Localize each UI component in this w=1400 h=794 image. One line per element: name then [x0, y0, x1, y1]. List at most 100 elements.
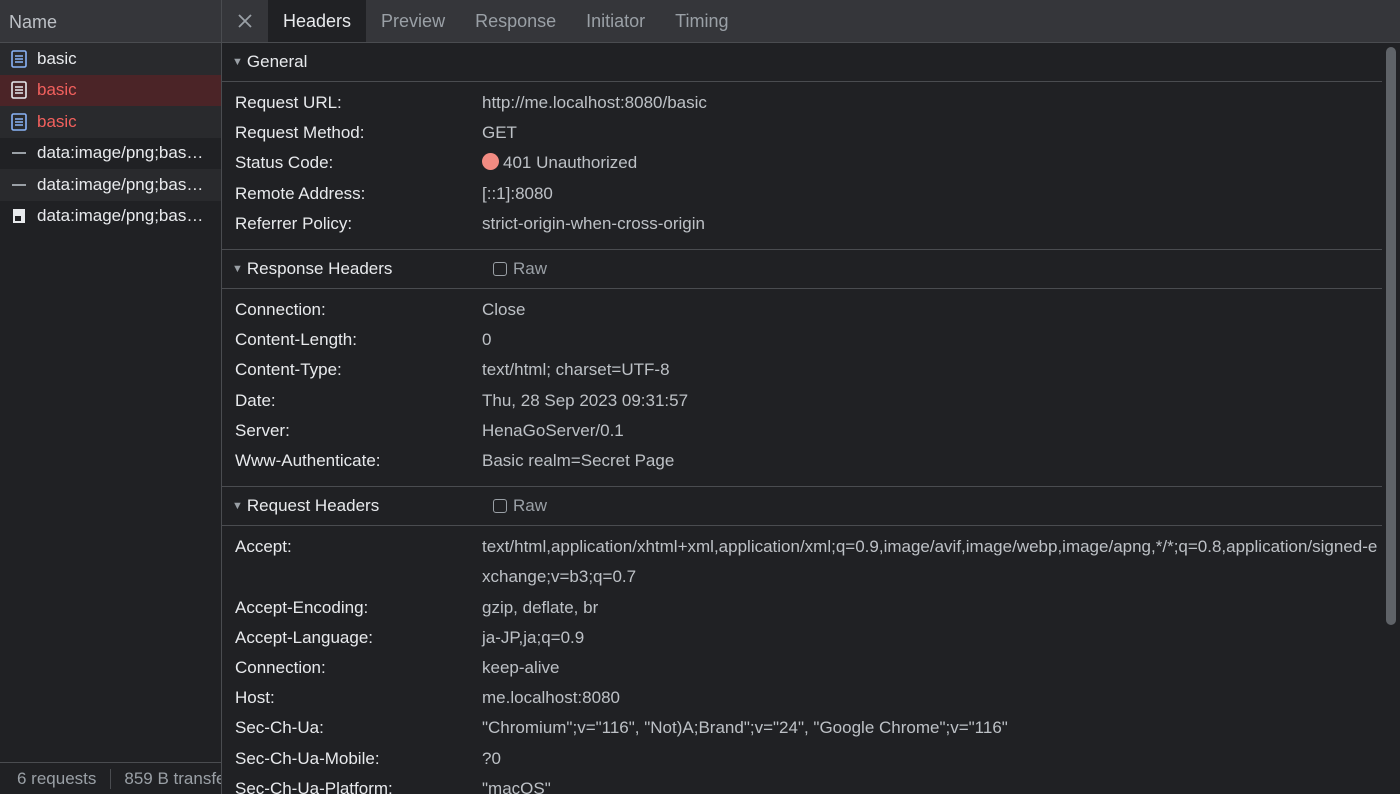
tab-headers[interactable]: Headers — [268, 0, 367, 42]
request-name: data:image/png;base... — [37, 174, 209, 194]
header-name: Remote Address: — [235, 183, 366, 203]
header-row: Sec-Ch-Ua: "Chromium";v="116", "Not)A;Bra… — [222, 713, 1382, 743]
name-column-header[interactable]: Name — [0, 0, 221, 43]
triangle-down-icon: ▼ — [232, 56, 243, 68]
header-name: Sec-Ch-Ua: — [235, 718, 324, 738]
header-row: Host: me.localhost:8080 — [222, 683, 1382, 713]
general-section-header[interactable]: ▼ General — [222, 43, 1382, 82]
scrollbar-thumb[interactable] — [1386, 47, 1396, 625]
request-list: basic basic basic data:image/png;base... dat… — [0, 43, 221, 232]
details-panel: Headers Preview Response Initiator Timin… — [222, 0, 1400, 794]
header-value: Close — [482, 300, 526, 320]
request-row[interactable]: data:image/png;base... — [0, 138, 221, 170]
status-code-text: 401 Unauthorized — [503, 153, 638, 173]
header-value: strict-origin-when-cross-origin — [482, 213, 705, 233]
header-value: Basic realm=Secret Page — [482, 451, 675, 471]
dash-icon — [10, 176, 28, 194]
transferred-size: 859 B transferred — [124, 768, 221, 788]
response-headers-section: Connection: Close Content-Length: 0 Content-… — [222, 289, 1382, 488]
header-row: Content-Length: 0 — [222, 325, 1382, 355]
header-name: Content-Type: — [235, 360, 342, 380]
header-value: text/html,application/xhtml+xml,applicat… — [482, 537, 1378, 587]
headers-content: ▼ General Request URL: http://me.localhos… — [222, 43, 1382, 794]
document-icon — [10, 49, 28, 68]
header-value: HenaGoServer/0.1 — [482, 420, 624, 440]
header-row: Connection: Close — [222, 295, 1382, 325]
request-row[interactable]: basic — [0, 106, 221, 138]
image-icon — [10, 207, 28, 225]
request-name: basic — [37, 80, 77, 100]
header-name: Status Code: — [235, 153, 334, 173]
header-name: Accept: — [235, 537, 292, 557]
request-headers-section: Accept: text/html,application/xhtml+xml,a… — [222, 526, 1382, 794]
header-value: [::1]:8080 — [482, 183, 553, 203]
raw-label: Raw — [513, 259, 548, 279]
header-name: Content-Length: — [235, 330, 357, 350]
close-icon[interactable] — [222, 0, 268, 42]
header-value: 0 — [482, 330, 492, 350]
request-name: basic — [37, 111, 77, 131]
header-row: Request URL: http://me.localhost:8080/bas… — [222, 88, 1382, 118]
request-raw-toggle[interactable]: Raw — [493, 496, 547, 516]
header-name: Accept-Language: — [235, 627, 373, 647]
status-error-icon — [482, 153, 499, 171]
header-row: Connection: keep-alive — [222, 653, 1382, 683]
header-value: http://me.localhost:8080/basic — [482, 93, 707, 112]
request-row[interactable]: data:image/png;base... — [0, 169, 221, 201]
general-section: Request URL: http://me.localhost:8080/bas… — [222, 82, 1382, 251]
header-name: Connection: — [235, 300, 326, 320]
request-count: 6 requests — [0, 768, 112, 789]
header-row: Sec-Ch-Ua-Platform: "macOS" — [222, 774, 1382, 794]
raw-checkbox[interactable] — [493, 499, 507, 514]
request-row[interactable]: basic — [0, 74, 221, 106]
request-name: data:image/png;base... — [37, 206, 209, 226]
header-row: Www-Authenticate: Basic realm=Secret Page — [222, 446, 1382, 476]
header-value: ?0 — [482, 748, 501, 768]
header-row: Accept: text/html,application/xhtml+xml,a… — [222, 532, 1382, 592]
header-row: Remote Address: [::1]:8080 — [222, 179, 1382, 209]
header-row: Date: Thu, 28 Sep 2023 09:31:57 — [222, 386, 1382, 416]
tab-preview[interactable]: Preview — [366, 0, 460, 42]
tab-initiator[interactable]: Initiator — [571, 0, 660, 42]
request-name: data:image/png;base... — [37, 143, 209, 163]
header-row: Content-Type: text/html; charset=UTF-8 — [222, 355, 1382, 385]
header-name: Www-Authenticate: — [235, 451, 381, 471]
header-row: Accept-Encoding: gzip, deflate, br — [222, 593, 1382, 623]
header-name: Host: — [235, 688, 275, 708]
header-name: Accept-Encoding: — [235, 597, 369, 617]
dash-icon — [10, 144, 28, 162]
request-row[interactable]: data:image/png;base... — [0, 201, 221, 233]
status-bar: 6 requests 859 B transferred — [0, 762, 221, 794]
response-headers-section-header[interactable]: ▼ Response Headers Raw — [222, 250, 1382, 290]
header-row: Server: HenaGoServer/0.1 — [222, 416, 1382, 446]
header-name: Request URL: — [235, 93, 342, 112]
header-row: Request Method: GET — [222, 118, 1382, 148]
header-value: "macOS" — [482, 778, 551, 794]
header-value: keep-alive — [482, 658, 560, 678]
header-name: Referrer Policy: — [235, 213, 353, 233]
header-value: 401 Unauthorized — [482, 148, 1382, 178]
request-name: basic — [37, 48, 77, 68]
raw-checkbox[interactable] — [493, 262, 507, 277]
header-name: Connection: — [235, 658, 326, 678]
triangle-down-icon: ▼ — [232, 500, 243, 513]
header-value: ja-JP,ja;q=0.9 — [482, 627, 585, 647]
vertical-scrollbar[interactable] — [1382, 43, 1400, 794]
request-headers-title: Request Headers — [246, 496, 380, 516]
header-name: Sec-Ch-Ua-Mobile: — [235, 748, 380, 768]
header-value: Thu, 28 Sep 2023 09:31:57 — [482, 390, 689, 410]
header-name: Request Method: — [235, 123, 365, 143]
request-row[interactable]: basic — [0, 43, 221, 75]
request-headers-section-header[interactable]: ▼ Request Headers Raw — [222, 487, 1382, 527]
header-row: Status Code: 401 Unauthorized — [222, 148, 1382, 178]
triangle-down-icon: ▼ — [232, 263, 243, 276]
response-raw-toggle[interactable]: Raw — [493, 259, 547, 279]
document-icon — [10, 81, 28, 100]
document-icon — [10, 112, 28, 131]
tab-timing[interactable]: Timing — [660, 0, 743, 42]
tab-response[interactable]: Response — [460, 0, 571, 42]
header-row: Accept-Language: ja-JP,ja;q=0.9 — [222, 623, 1382, 653]
header-row: Referrer Policy: strict-origin-when-cross… — [222, 209, 1382, 239]
response-headers-title: Response Headers — [246, 259, 393, 279]
header-value: "Chromium";v="116", "Not)A;Brand";v="24"… — [482, 718, 1008, 738]
